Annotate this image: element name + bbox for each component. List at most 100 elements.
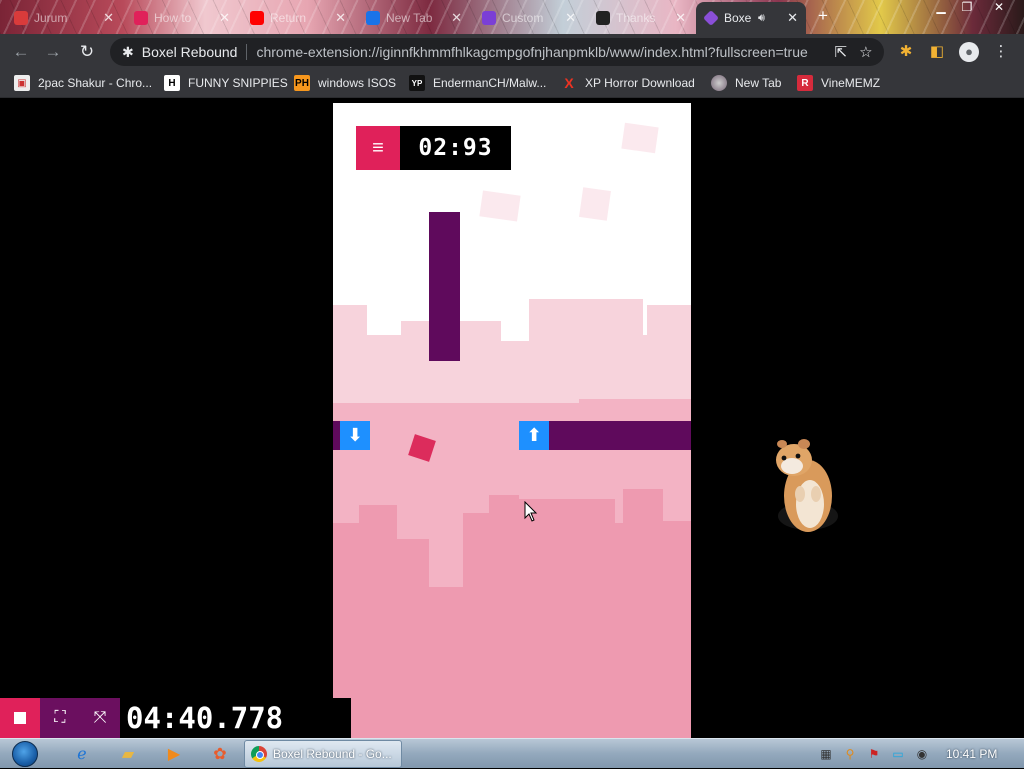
address-bar[interactable]: ✱ Boxel Rebound chrome-extension://iginn…	[110, 38, 884, 66]
share-icon[interactable]: ⇱	[834, 43, 847, 61]
tab-3[interactable]: Return ✕	[242, 4, 354, 32]
skyline	[463, 513, 489, 738]
paint-icon[interactable]: ✿	[206, 742, 234, 766]
tab-favicon-icon	[14, 11, 28, 25]
stop-button[interactable]	[0, 698, 40, 738]
tab-label: How to	[154, 11, 192, 25]
game-canvas[interactable]: ⬇ ⬆ ≡ 02:93	[333, 103, 691, 738]
fullscreen-icon: ⛶	[54, 709, 66, 726]
bookmark-item[interactable]: H FUNNY SNIPPIES	[164, 75, 288, 91]
internet-explorer-icon[interactable]: ℯ	[68, 742, 96, 766]
site-title: Boxel Rebound	[141, 44, 238, 60]
close-tab-icon[interactable]: ✕	[335, 10, 346, 26]
tab-label: Custom	[502, 11, 544, 25]
chrome-icon	[251, 746, 267, 762]
tab-1[interactable]: Jurum ✕	[6, 4, 122, 32]
back-arrow-icon[interactable]: ←	[10, 42, 32, 64]
tab-strip: Jurum ✕ How to ✕ Return ✕ New Tab ✕ Cust…	[0, 0, 1024, 34]
menu-dots-icon[interactable]: ⋮	[990, 42, 1012, 62]
bookmarks-bar: ▣ 2pac Shakur - Chro... H FUNNY SNIPPIES…	[0, 70, 1024, 98]
extension-puzzle-icon: ✱	[122, 43, 134, 60]
speedrun-timer: 04:40.778	[120, 698, 351, 738]
arrow-down-icon: ⬇	[347, 425, 363, 445]
speedrun-overlay: ⛶ ⤧ 04:40.778	[0, 698, 351, 738]
side-panel-icon[interactable]: ◧	[926, 42, 948, 62]
tab-favicon-icon	[596, 11, 610, 25]
skyline	[663, 521, 691, 738]
tab-favicon-icon	[366, 11, 380, 25]
volume-icon[interactable]: ◉	[914, 746, 930, 762]
bookmark-item[interactable]: New Tab	[711, 75, 781, 91]
level-timer: 02:93	[400, 126, 511, 170]
ph-favicon-icon: PH	[294, 75, 310, 91]
bookmark-star-icon[interactable]: ☆	[859, 43, 872, 61]
close-tab-icon[interactable]: ✕	[565, 10, 576, 26]
bookmark-label: EndermanCH/Malw...	[433, 76, 547, 90]
divider	[246, 44, 248, 60]
close-tab-icon[interactable]: ✕	[451, 10, 462, 26]
bookmark-item[interactable]: ▣ 2pac Shakur - Chro...	[14, 75, 152, 91]
skyline	[359, 505, 397, 738]
media-player-icon[interactable]: ▶	[160, 742, 188, 766]
bookmark-item[interactable]: R VineMEMZ	[797, 75, 880, 91]
tab-2[interactable]: How to ✕	[126, 4, 238, 32]
reload-icon[interactable]: ↻	[76, 42, 98, 64]
hamburger-icon: ≡	[372, 136, 384, 159]
tray-app-icon[interactable]: ▦	[818, 746, 834, 762]
forward-arrow-icon[interactable]: →	[42, 42, 64, 64]
close-window-button[interactable]: ✕	[988, 0, 1010, 16]
flag-icon[interactable]: ⚑	[866, 746, 882, 762]
profile-avatar-icon[interactable]: ●	[958, 42, 980, 62]
search-icon[interactable]: ⚲	[842, 746, 858, 762]
globe-icon	[711, 75, 727, 91]
taskbar-chrome-window[interactable]: Boxel Rebound - Go...	[244, 740, 402, 768]
skyline	[397, 539, 429, 738]
tab-label: Jurum	[34, 11, 68, 25]
network-icon[interactable]: ▭	[890, 746, 906, 762]
bookmark-label: New Tab	[735, 76, 782, 90]
close-tab-icon[interactable]: ✕	[787, 10, 798, 26]
file-explorer-icon[interactable]: ▰	[114, 742, 142, 766]
fullscreen-button[interactable]: ⛶	[40, 698, 80, 738]
game-hud: ≡ 02:93	[356, 126, 511, 170]
taskbar-window-title: Boxel Rebound - Go...	[273, 747, 392, 761]
h-favicon-icon: H	[164, 75, 180, 91]
bookmark-label: windows ISOS	[318, 76, 397, 90]
close-tab-icon[interactable]: ✕	[675, 10, 686, 26]
bookmark-label: XP Horror Download	[585, 76, 695, 90]
bookmark-item[interactable]: YP EndermanCH/Malw...	[409, 75, 546, 91]
bookmark-label: FUNNY SNIPPIES	[188, 76, 288, 90]
minimize-button[interactable]: ▁	[930, 0, 952, 16]
youtube-icon	[250, 11, 264, 25]
tab-boxel-rebound[interactable]: Boxe 🔊︎ ✕	[696, 2, 806, 34]
cloud	[479, 190, 521, 222]
close-tab-icon[interactable]: ✕	[103, 10, 114, 26]
tab-label: New Tab	[386, 11, 433, 25]
boxel-favicon-icon	[703, 10, 719, 26]
tab-label: Return	[270, 11, 307, 25]
tab-5[interactable]: Custom ✕	[474, 4, 584, 32]
yp-favicon-icon: YP	[409, 75, 425, 91]
restore-button[interactable]: ❐	[956, 0, 978, 16]
tab-4[interactable]: New Tab ✕	[358, 4, 470, 32]
bookmark-item[interactable]: X XP Horror Download	[561, 75, 695, 91]
tab-6[interactable]: Thanks ✕	[588, 4, 694, 32]
extensions-icon[interactable]: ✱	[895, 42, 917, 62]
vertical-pillar	[429, 212, 460, 361]
exit-fullscreen-button[interactable]: ⤧	[80, 698, 120, 738]
bookmark-item[interactable]: PH windows ISOS	[294, 75, 396, 91]
close-tab-icon[interactable]: ✕	[219, 10, 230, 26]
menu-button[interactable]: ≡	[356, 126, 400, 170]
exit-fullscreen-icon: ⤧	[93, 709, 107, 726]
url-text[interactable]: chrome-extension://iginnfkhmmfhlkagcmpgo…	[256, 44, 822, 60]
tab-label: Boxe	[724, 11, 752, 25]
page-viewport: ⬇ ⬆ ≡ 02:93 ⛶ ⤧ 04:40.778	[0, 98, 1024, 738]
tab-label: Thanks	[616, 11, 656, 25]
speaker-icon[interactable]: 🔊︎	[758, 12, 765, 25]
new-tab-button[interactable]: +	[818, 6, 828, 26]
mouse-cursor-icon	[524, 501, 538, 522]
start-button[interactable]	[8, 739, 42, 769]
stop-icon	[14, 712, 26, 724]
browser-toolbar: ← → ↻ ✱ Boxel Rebound chrome-extension:/…	[0, 34, 1024, 70]
system-clock[interactable]: 10:41 PM	[946, 747, 997, 761]
